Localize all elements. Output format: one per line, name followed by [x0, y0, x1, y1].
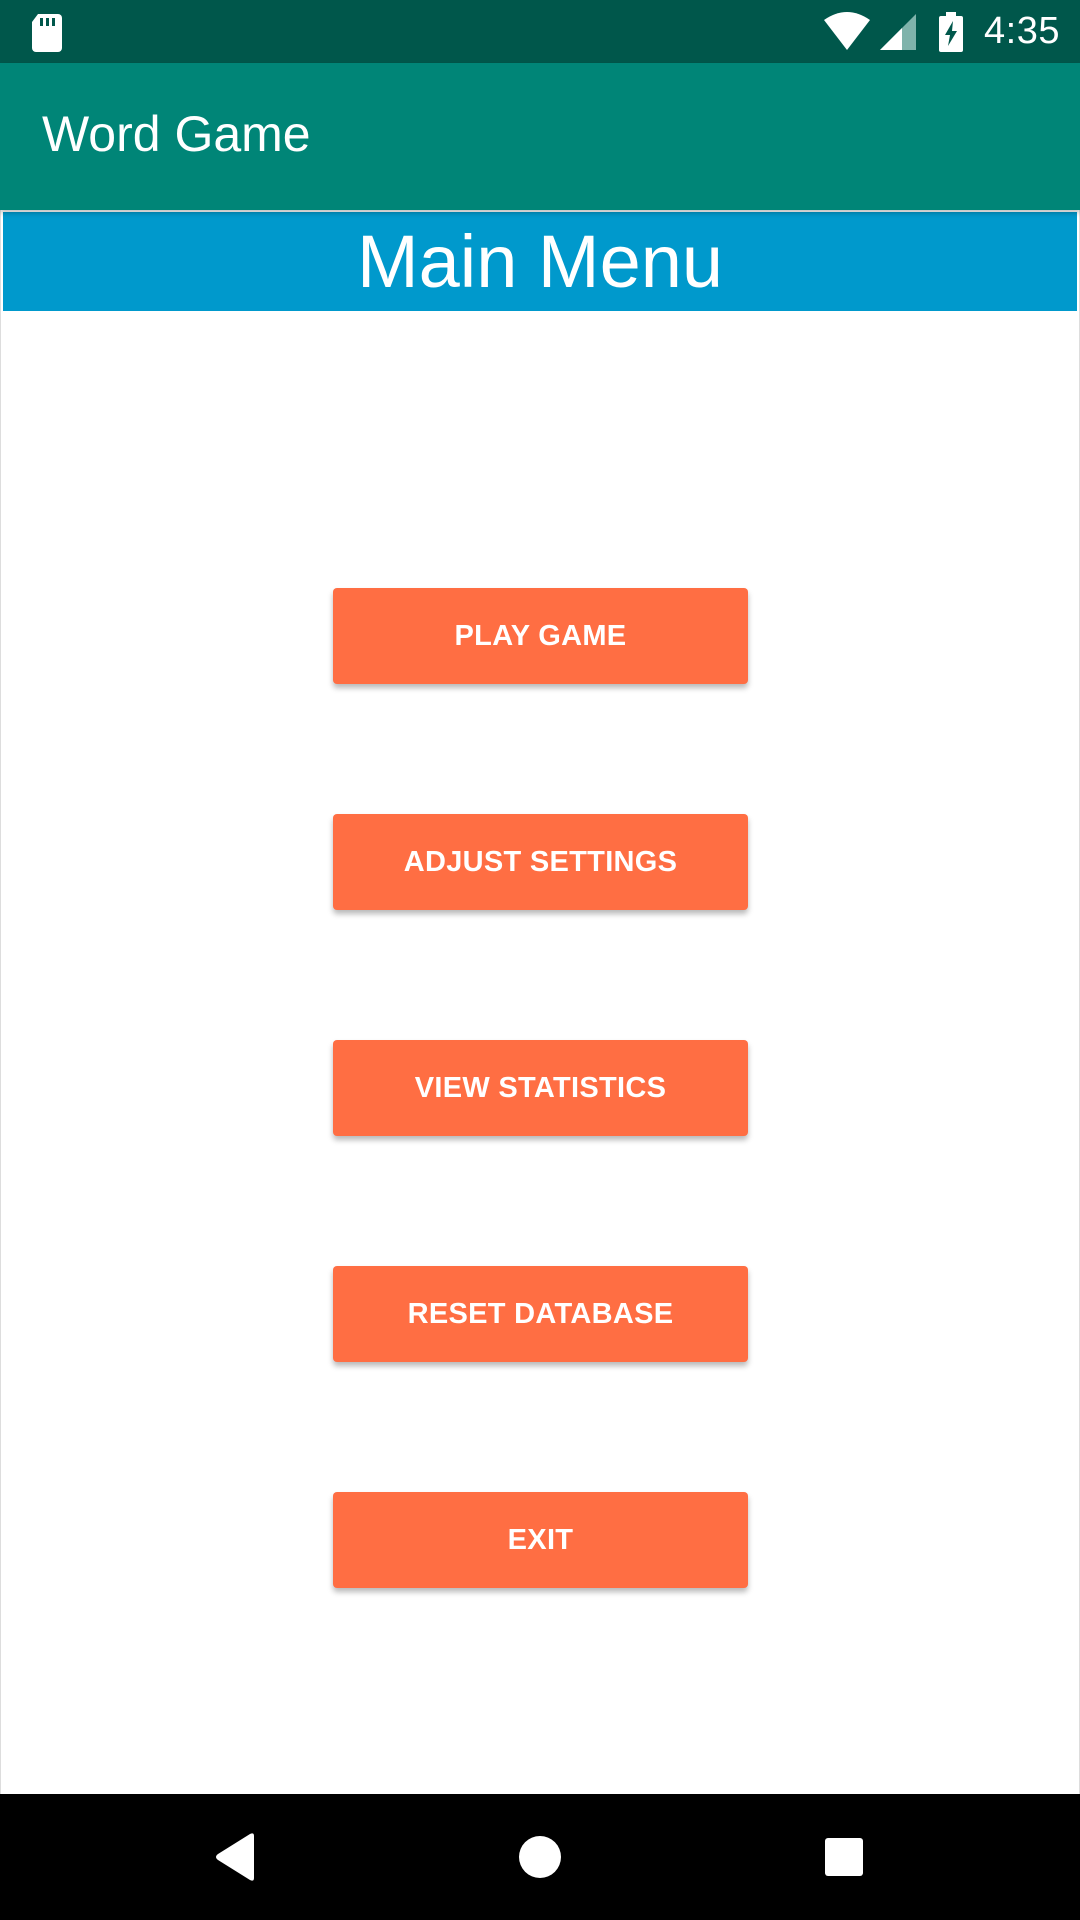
app-title: Word Game	[42, 106, 311, 162]
screen: 4:35 Word Game Main Menu PLAY GAME ADJUS…	[0, 0, 1080, 1920]
play-game-button[interactable]: PLAY GAME	[333, 588, 748, 684]
view-statistics-button[interactable]: VIEW STATISTICS	[333, 1040, 748, 1136]
reset-database-button[interactable]: RESET DATABASE	[333, 1266, 748, 1362]
home-button[interactable]	[470, 1794, 610, 1920]
status-icons: 4:35	[822, 0, 1060, 63]
wifi-icon	[824, 11, 871, 50]
main-menu-header: Main Menu	[3, 212, 1077, 311]
recents-icon	[825, 1838, 863, 1876]
status-clock: 4:35	[984, 10, 1060, 52]
exit-button[interactable]: EXIT	[333, 1492, 748, 1588]
back-button[interactable]	[166, 1794, 306, 1920]
home-icon	[519, 1836, 561, 1878]
status-bar: 4:35	[0, 0, 1080, 63]
back-icon	[216, 1833, 254, 1881]
app-bar: Word Game	[0, 63, 1080, 210]
cell-signal-icon	[880, 13, 917, 50]
recents-button[interactable]	[774, 1794, 914, 1920]
navigation-bar	[0, 1794, 1080, 1920]
battery-charging-icon	[939, 11, 964, 52]
adjust-settings-button[interactable]: ADJUST SETTINGS	[333, 814, 748, 910]
sd-card-icon	[32, 14, 62, 52]
main-content: Main Menu PLAY GAME ADJUST SETTINGS VIEW…	[0, 210, 1080, 1794]
